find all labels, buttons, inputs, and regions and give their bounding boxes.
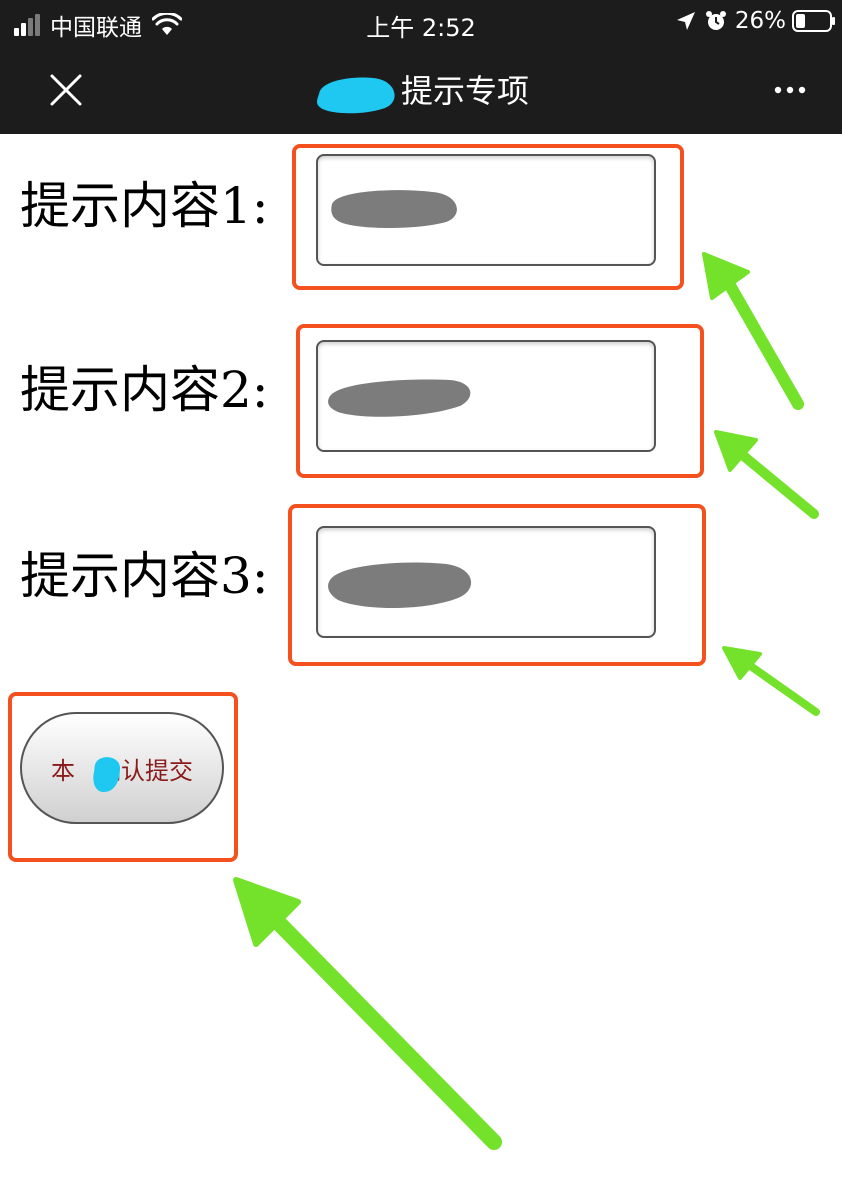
page-title-text: 提示专项 — [400, 72, 529, 110]
status-right: 26% — [675, 8, 836, 34]
redaction-mark — [93, 757, 120, 792]
alarm-clock-icon — [705, 11, 726, 30]
form-row-1: 提示内容1: — [0, 134, 842, 304]
field-label-3: 提示内容3: — [20, 547, 269, 605]
field-label-2: 提示内容2: — [20, 361, 269, 419]
form-row-3: 提示内容3: — [0, 504, 842, 676]
nav-bar: 提示专项 — [0, 46, 842, 134]
text-field-3[interactable] — [316, 526, 656, 638]
more-icon[interactable] — [768, 68, 812, 112]
redaction-mark — [331, 190, 457, 228]
location-arrow-icon — [676, 12, 695, 30]
status-bar: 中国联通 上午 2:52 26% — [0, 0, 842, 46]
redaction-mark — [316, 77, 395, 114]
redaction-mark — [328, 379, 471, 417]
battery-icon — [792, 10, 835, 32]
text-field-1[interactable] — [316, 154, 656, 266]
text-field-2[interactable] — [316, 340, 656, 452]
field-label-1: 提示内容1: — [20, 177, 269, 235]
page-title: 提示专项 — [0, 66, 842, 114]
battery-percent: 26% — [734, 8, 786, 34]
form-row-2: 提示内容2: — [0, 320, 842, 490]
submit-label-prefix: 本 — [51, 756, 75, 785]
submit-button[interactable]: 本确认提交 — [20, 712, 224, 824]
redaction-mark — [328, 562, 472, 608]
screen: 中国联通 上午 2:52 26% 提示专项 提示内容1: 提示内容2: 提示内容… — [0, 0, 842, 1192]
